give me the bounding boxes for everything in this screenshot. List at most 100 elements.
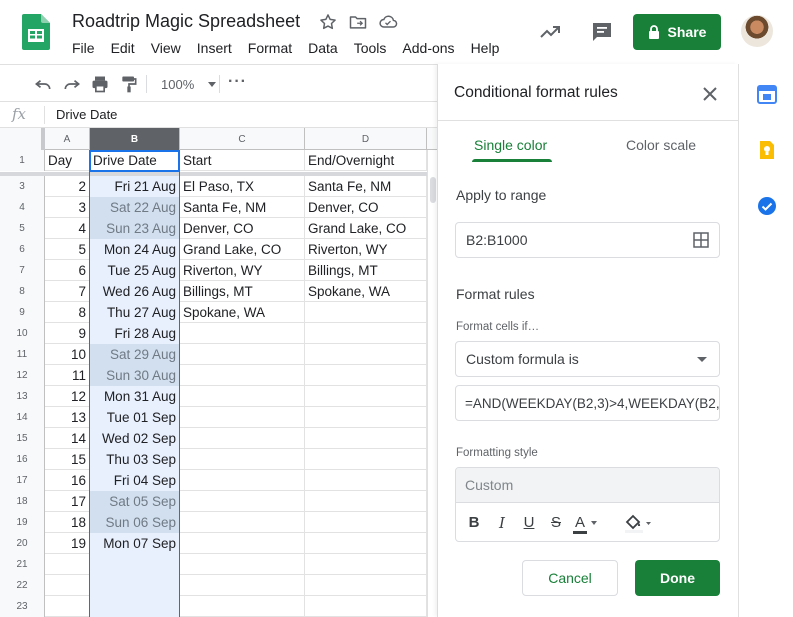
menu-file[interactable]: File <box>64 39 103 59</box>
cell-drive-date[interactable]: Sat 29 Aug <box>90 344 180 365</box>
row-number[interactable]: 1 <box>0 150 45 171</box>
cell-day[interactable]: 12 <box>45 386 90 407</box>
row-number[interactable]: 19 <box>0 512 45 533</box>
cell-drive-date[interactable]: Sun 30 Aug <box>90 365 180 386</box>
cell-start[interactable] <box>180 407 305 428</box>
strikethrough-button[interactable]: S <box>546 512 566 534</box>
cancel-button[interactable]: Cancel <box>522 560 618 596</box>
text-color-button[interactable]: A <box>573 512 605 534</box>
cell-day[interactable]: 10 <box>45 344 90 365</box>
italic-button[interactable]: I <box>492 512 512 534</box>
cell-start[interactable] <box>180 344 305 365</box>
vertical-scrollbar[interactable] <box>427 150 437 617</box>
cell-drive-date[interactable] <box>90 596 180 617</box>
cell-start[interactable]: Santa Fe, NM <box>180 197 305 218</box>
cell-start[interactable] <box>180 575 305 596</box>
star-icon[interactable] <box>318 12 338 32</box>
cell-start[interactable] <box>180 596 305 617</box>
cell-drive-date[interactable]: Mon 07 Sep <box>90 533 180 554</box>
row-number[interactable]: 23 <box>0 596 45 617</box>
condition-select[interactable]: Custom formula is <box>455 341 720 377</box>
cell-day[interactable]: 14 <box>45 428 90 449</box>
row-number[interactable]: 10 <box>0 323 45 344</box>
row-number[interactable]: 21 <box>0 554 45 575</box>
cell-day[interactable]: 7 <box>45 281 90 302</box>
cell-start[interactable]: Spokane, WA <box>180 302 305 323</box>
cell-day[interactable]: 9 <box>45 323 90 344</box>
row-number[interactable]: 9 <box>0 302 45 323</box>
row-number[interactable]: 5 <box>0 218 45 239</box>
formula-input[interactable]: Drive Date <box>56 107 117 122</box>
cell-drive-date[interactable]: Sat 22 Aug <box>90 197 180 218</box>
calendar-icon[interactable] <box>757 84 777 104</box>
cell-end-overnight[interactable] <box>305 512 427 533</box>
cell-start[interactable] <box>180 470 305 491</box>
row-number[interactable]: 6 <box>0 239 45 260</box>
cell-start[interactable] <box>180 533 305 554</box>
scrollbar-thumb[interactable] <box>430 177 436 203</box>
range-input[interactable]: B2:B1000 <box>455 222 720 258</box>
cell-end-overnight[interactable]: Billings, MT <box>305 260 427 281</box>
cell-end-overnight[interactable]: Riverton, WY <box>305 239 427 260</box>
fill-color-button[interactable] <box>620 512 654 534</box>
document-title[interactable]: Roadtrip Magic Spreadsheet <box>72 11 300 32</box>
cell-day[interactable]: 3 <box>45 197 90 218</box>
cell-end-overnight[interactable]: Spokane, WA <box>305 281 427 302</box>
row-number[interactable]: 17 <box>0 470 45 491</box>
cell-drive-date[interactable]: Wed 26 Aug <box>90 281 180 302</box>
cell-start[interactable]: El Paso, TX <box>180 176 305 197</box>
select-range-icon[interactable] <box>693 232 709 248</box>
cell-end-overnight[interactable] <box>305 407 427 428</box>
cell-drive-date[interactable]: Tue 25 Aug <box>90 260 180 281</box>
cell-drive-date[interactable]: Sun 23 Aug <box>90 218 180 239</box>
cell-drive-date[interactable]: Thu 27 Aug <box>90 302 180 323</box>
row-number[interactable]: 7 <box>0 260 45 281</box>
sheets-logo-icon[interactable] <box>22 14 50 50</box>
print-icon[interactable] <box>90 74 110 94</box>
row-number[interactable]: 18 <box>0 491 45 512</box>
cell-start[interactable]: Denver, CO <box>180 218 305 239</box>
cell-end-overnight[interactable]: Santa Fe, NM <box>305 176 427 197</box>
cell-end-overnight[interactable] <box>305 596 427 617</box>
cell-day[interactable]: 2 <box>45 176 90 197</box>
activity-dashboard-icon[interactable] <box>538 20 562 44</box>
cell-start[interactable] <box>180 512 305 533</box>
cell-day[interactable]: 13 <box>45 407 90 428</box>
share-button[interactable]: Share <box>633 14 721 50</box>
zoom-select[interactable]: 100% <box>153 74 217 94</box>
select-all-corner[interactable] <box>0 128 45 150</box>
cell-end-overnight[interactable] <box>305 365 427 386</box>
done-button[interactable]: Done <box>635 560 720 596</box>
cell-start[interactable] <box>180 428 305 449</box>
cell-end-overnight[interactable] <box>305 323 427 344</box>
custom-formula-input[interactable]: =AND(WEEKDAY(B2,3)>4,WEEKDAY(B2, <box>455 385 720 421</box>
cell-start[interactable] <box>180 386 305 407</box>
cell-day[interactable]: 17 <box>45 491 90 512</box>
cell-drive-date[interactable] <box>90 575 180 596</box>
close-icon[interactable] <box>702 86 718 102</box>
cell-day[interactable]: 18 <box>45 512 90 533</box>
tab-single-color[interactable]: Single color <box>474 137 547 153</box>
undo-icon[interactable] <box>33 74 53 94</box>
cell-day[interactable]: 4 <box>45 218 90 239</box>
row-number[interactable]: 13 <box>0 386 45 407</box>
row-number[interactable]: 22 <box>0 575 45 596</box>
cell-start[interactable]: Grand Lake, CO <box>180 239 305 260</box>
cell-end-overnight[interactable] <box>305 449 427 470</box>
row-number[interactable]: 4 <box>0 197 45 218</box>
cell-end-overnight[interactable] <box>305 470 427 491</box>
row-number[interactable]: 8 <box>0 281 45 302</box>
cell-day[interactable]: 19 <box>45 533 90 554</box>
cell-day[interactable] <box>45 554 90 575</box>
cell-d1[interactable]: End/Overnight <box>305 150 427 171</box>
account-avatar[interactable] <box>741 15 773 47</box>
row-number[interactable]: 15 <box>0 428 45 449</box>
cell-drive-date[interactable]: Fri 28 Aug <box>90 323 180 344</box>
underline-button[interactable]: U <box>519 512 539 534</box>
column-header-c[interactable]: C <box>180 128 305 150</box>
cell-end-overnight[interactable] <box>305 302 427 323</box>
menu-tools[interactable]: Tools <box>346 39 395 59</box>
style-preview[interactable]: Custom <box>456 468 719 503</box>
row-number[interactable]: 16 <box>0 449 45 470</box>
row-number[interactable]: 20 <box>0 533 45 554</box>
